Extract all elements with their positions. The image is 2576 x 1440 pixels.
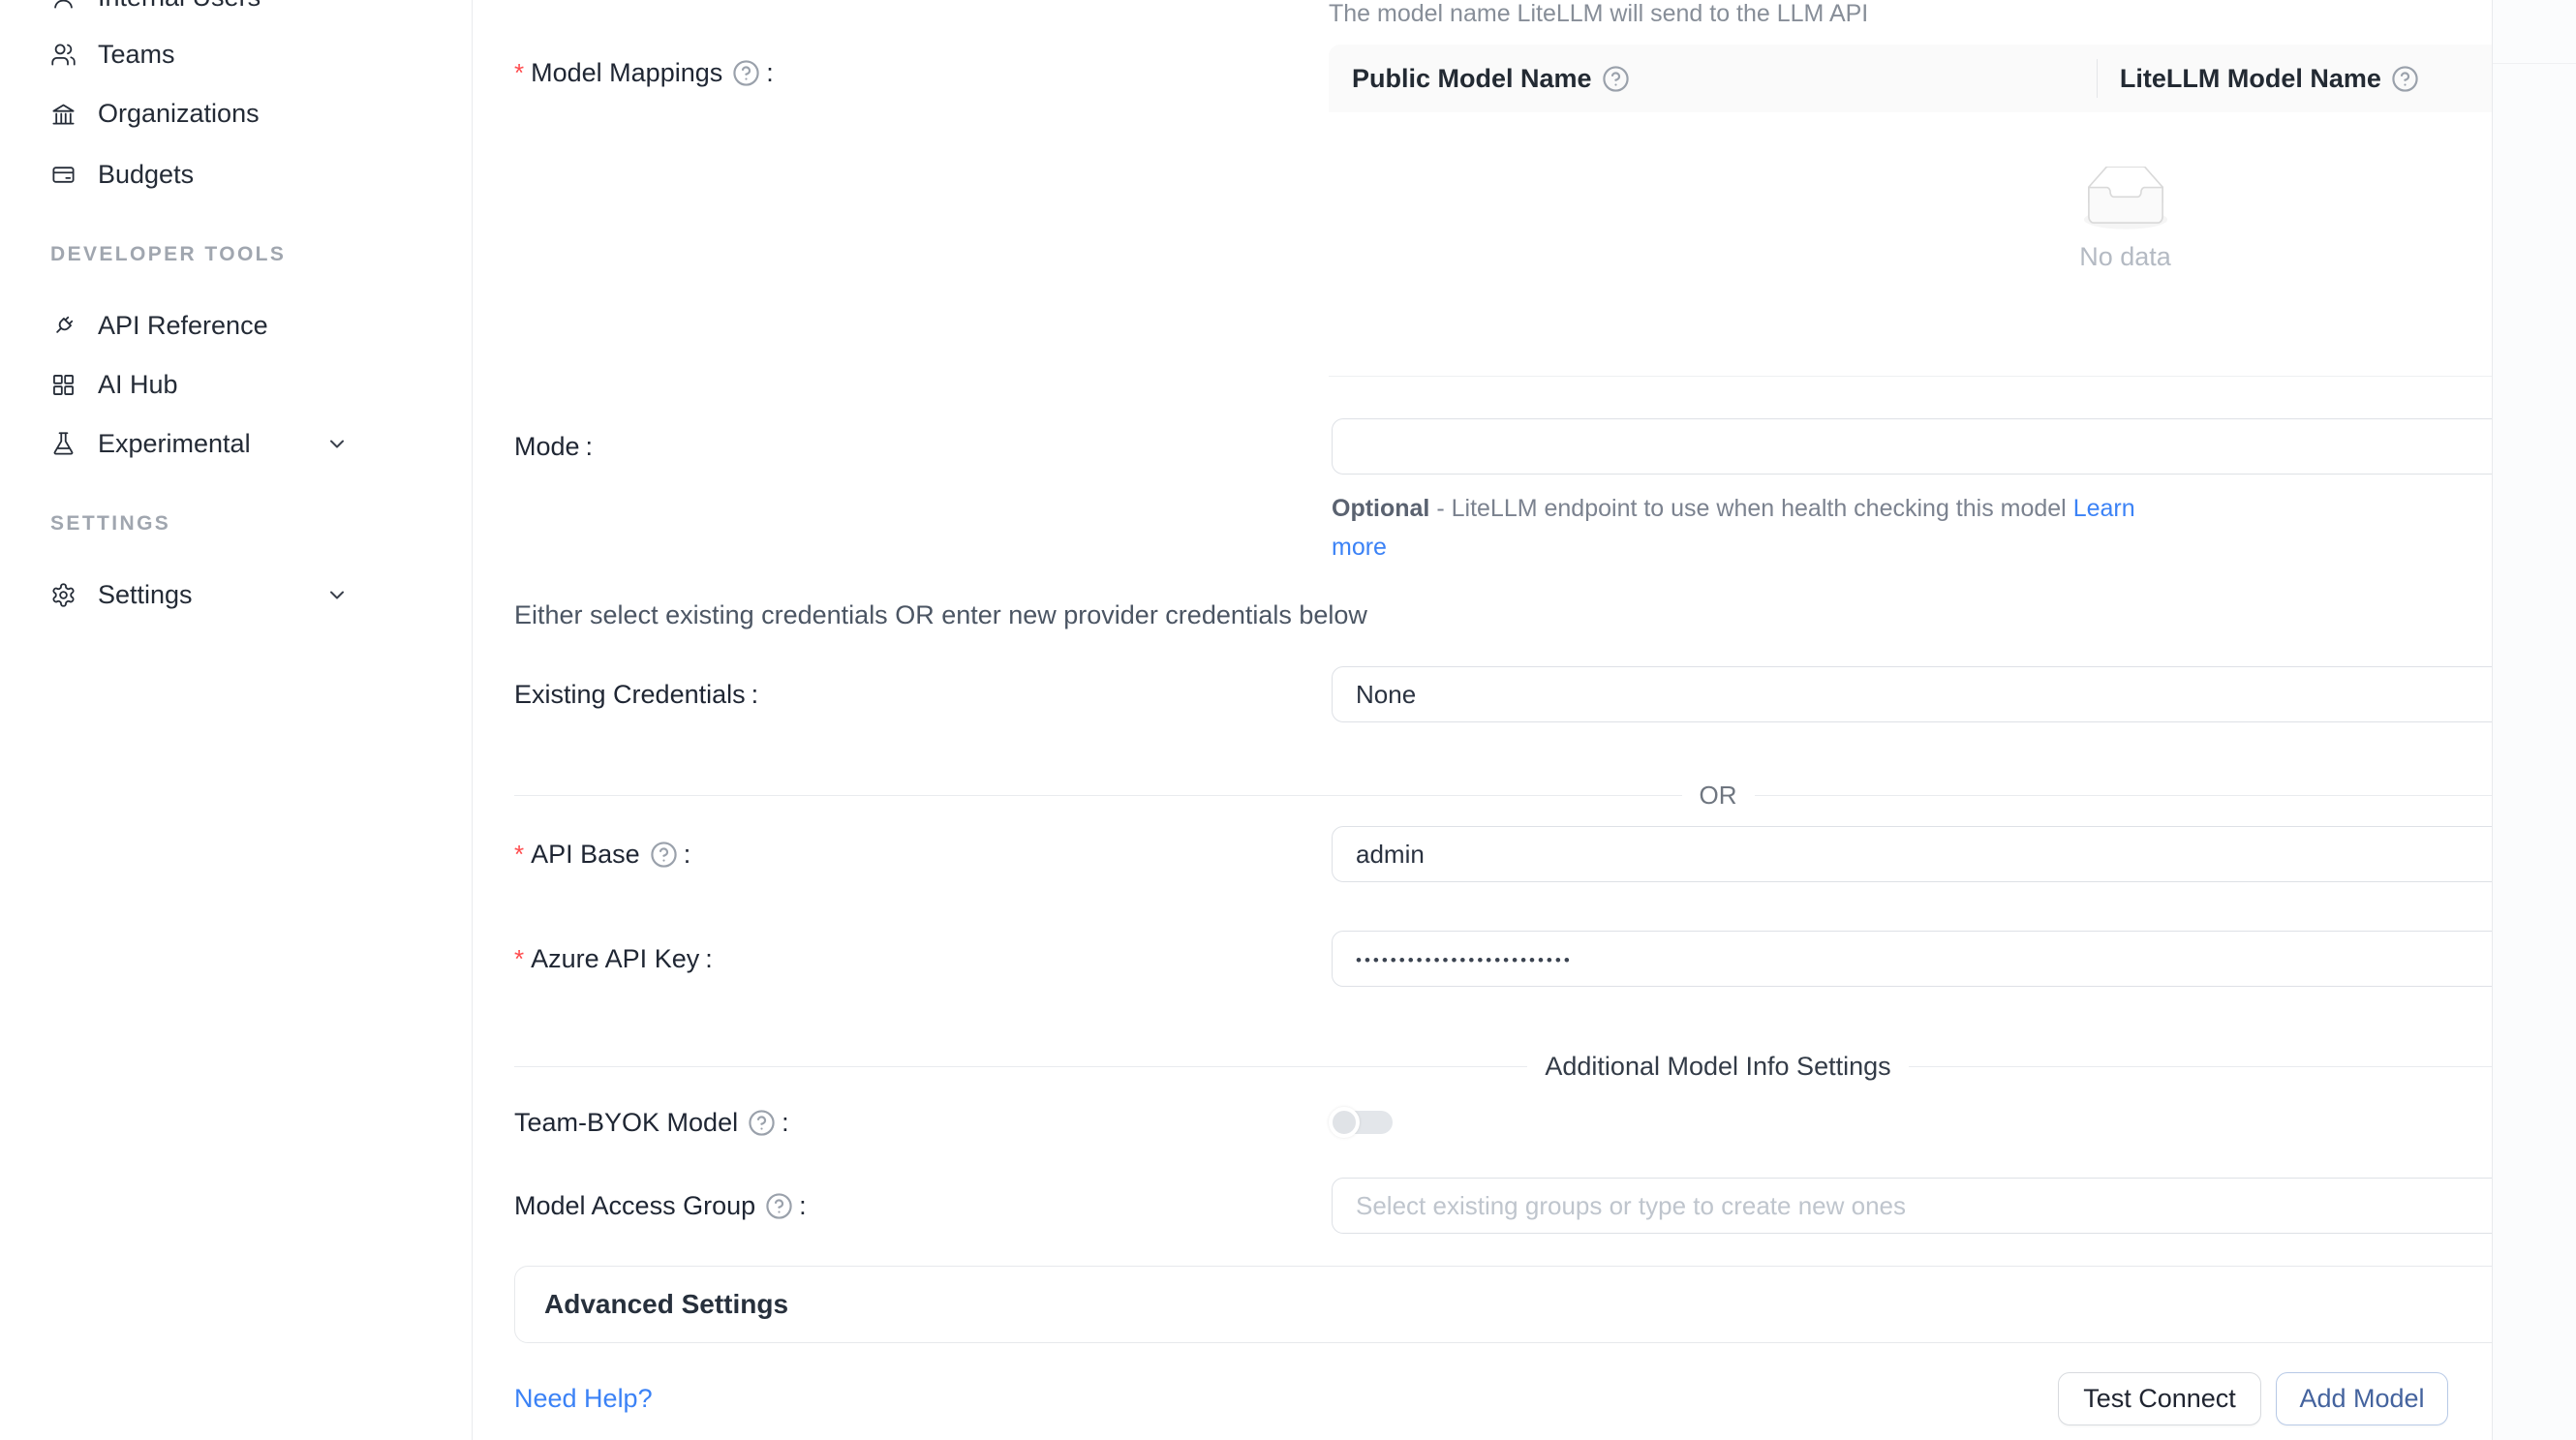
or-text: OR — [1682, 781, 1755, 811]
model-mappings-label: * Model Mappings : — [514, 57, 774, 88]
model-access-group-label: Model Access Group : — [514, 1190, 807, 1221]
gear-icon — [50, 582, 77, 608]
model-mappings-table: Public Model Name LiteLLM Model Name No … — [1329, 45, 2576, 377]
credit-card-icon — [50, 162, 77, 188]
no-data-text: No data — [2079, 242, 2171, 272]
sidebar-item-organizations[interactable]: Organizations — [0, 83, 472, 143]
or-divider: OR — [514, 781, 2576, 811]
model-name-help-text: The model name LiteLLM will send to the … — [1329, 0, 1868, 28]
user-icon — [50, 0, 77, 11]
sidebar-item-experimental[interactable]: Experimental — [0, 414, 472, 474]
sidebar-item-teams[interactable]: Teams — [0, 24, 472, 84]
help-icon[interactable] — [1602, 65, 1630, 93]
sidebar-item-ai-hub[interactable]: AI Hub — [0, 354, 472, 414]
chevron-down-icon[interactable] — [325, 583, 349, 606]
sidebar-item-api-reference[interactable]: API Reference — [0, 295, 472, 355]
additional-info-divider: Additional Model Info Settings — [514, 1052, 2576, 1082]
sidebar: Internal Users Teams Organizations Budge… — [0, 0, 473, 1440]
mode-help-text: Optional - LiteLLM endpoint to use when … — [1332, 489, 2184, 567]
additional-info-title: Additional Model Info Settings — [1527, 1052, 1908, 1082]
help-icon[interactable] — [732, 59, 760, 87]
masked-password-value: ••••••••••••••••••••••••• — [1356, 951, 1573, 970]
model-access-group-select[interactable]: Select existing groups or type to create… — [1332, 1178, 2576, 1234]
api-base-input[interactable]: admin — [1332, 826, 2576, 882]
chevron-down-icon[interactable] — [325, 432, 349, 455]
bank-icon — [50, 101, 77, 127]
required-marker: * — [514, 58, 524, 88]
sidebar-section-developer-tools: DEVELOPER TOOLS — [50, 240, 286, 269]
existing-credentials-select[interactable]: None — [1332, 666, 2576, 722]
column-header-public-model-name: Public Model Name — [1329, 64, 2097, 94]
sidebar-item-label: AI Hub — [98, 370, 178, 400]
sidebar-item-label: Internal Users — [98, 0, 261, 13]
advanced-settings-panel[interactable]: Advanced Settings — [514, 1266, 2576, 1343]
table-empty-state: No data — [1329, 112, 2576, 377]
sidebar-item-label: API Reference — [98, 311, 268, 341]
sidebar-item-label: Experimental — [98, 429, 251, 459]
azure-api-key-label: * Azure API Key : — [514, 943, 713, 974]
toggle-knob — [1329, 1107, 1360, 1138]
sidebar-item-budgets[interactable]: Budgets — [0, 144, 472, 204]
add-model-form: The model name LiteLLM will send to the … — [473, 0, 2492, 1440]
mode-select[interactable] — [1332, 418, 2576, 475]
azure-api-key-input[interactable]: ••••••••••••••••••••••••• — [1332, 931, 2576, 987]
add-model-button[interactable]: Add Model — [2276, 1372, 2448, 1425]
required-marker: * — [514, 944, 524, 974]
flask-icon — [50, 431, 77, 457]
test-connect-button[interactable]: Test Connect — [2058, 1372, 2261, 1425]
existing-credentials-value: None — [1356, 680, 1416, 710]
help-icon[interactable] — [765, 1192, 793, 1220]
plug-icon — [50, 313, 77, 339]
sidebar-item-label: Organizations — [98, 99, 260, 129]
advanced-settings-label: Advanced Settings — [544, 1289, 788, 1320]
column-divider — [2097, 59, 2098, 98]
model-access-group-placeholder: Select existing groups or type to create… — [1356, 1191, 1906, 1221]
credentials-note: Either select existing credentials OR en… — [514, 600, 1367, 630]
grid-icon — [50, 372, 77, 398]
sidebar-item-settings[interactable]: Settings — [0, 565, 472, 625]
need-help-link[interactable]: Need Help? — [514, 1384, 653, 1414]
sidebar-item-label: Settings — [98, 580, 193, 610]
existing-credentials-label: Existing Credentials : — [514, 679, 758, 710]
table-header-row: Public Model Name LiteLLM Model Name — [1329, 45, 2576, 112]
help-icon[interactable] — [2391, 65, 2419, 93]
mode-label: Mode : — [514, 431, 593, 462]
help-icon[interactable] — [748, 1109, 776, 1137]
api-base-label: * API Base : — [514, 839, 690, 870]
team-byok-label: Team-BYOK Model : — [514, 1107, 789, 1138]
sidebar-item-label: Budgets — [98, 160, 194, 190]
team-byok-toggle[interactable] — [1329, 1107, 1395, 1138]
help-icon[interactable] — [650, 841, 678, 869]
page-background-strip — [2492, 0, 2576, 1440]
sidebar-item-label: Teams — [98, 40, 175, 70]
required-marker: * — [514, 840, 524, 870]
empty-box-icon — [2074, 167, 2177, 232]
sidebar-section-settings: SETTINGS — [50, 509, 170, 538]
api-base-value: admin — [1356, 840, 1425, 870]
sidebar-item-internal-users[interactable]: Internal Users — [0, 0, 472, 27]
teams-icon — [50, 42, 77, 68]
